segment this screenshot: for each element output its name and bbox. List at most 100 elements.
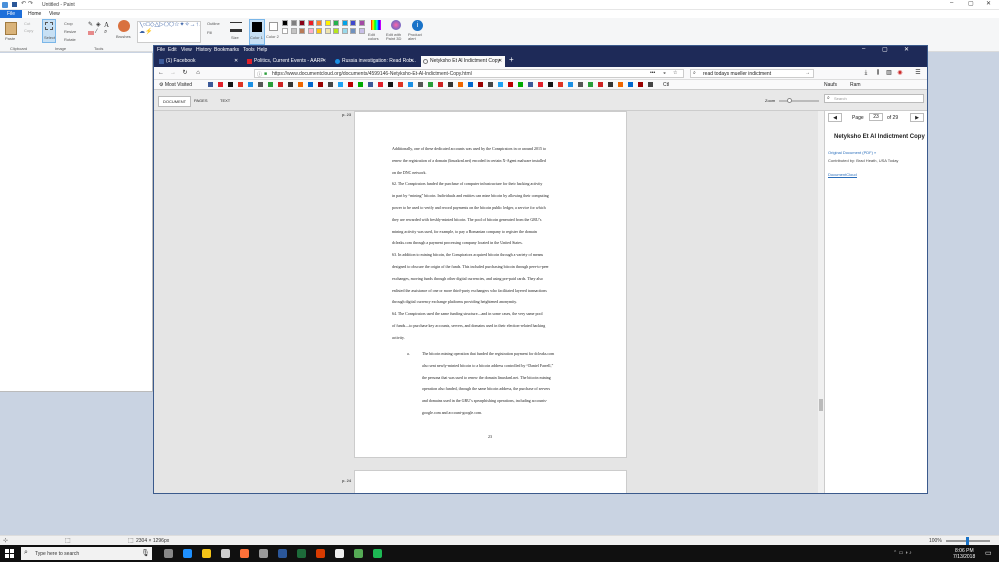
microphone-icon[interactable]: 🎙 (141, 549, 150, 557)
search-go-icon[interactable]: → (805, 70, 810, 76)
bookmark-favicon-icon[interactable] (638, 82, 643, 87)
taskbar-app-icon[interactable] (297, 549, 306, 558)
ff-maximize-icon[interactable]: ▢ (882, 46, 888, 53)
bookmark-ctl[interactable]: Ctl (663, 82, 669, 88)
rotate-button[interactable]: Rotate (64, 37, 76, 42)
bookmark-naufs[interactable]: Naufs (824, 82, 837, 88)
taskbar-app-icon[interactable] (278, 549, 287, 558)
original-document-link[interactable]: Original Document (PDF) » (828, 150, 876, 155)
bookmark-favicon-icon[interactable] (248, 82, 253, 87)
fill-bucket-icon[interactable]: ◈ (96, 21, 101, 28)
bookmark-favicon-icon[interactable] (578, 82, 583, 87)
bookmark-favicon-icon[interactable] (308, 82, 313, 87)
color2-button[interactable]: Color 2 (266, 19, 282, 45)
url-bar[interactable]: ⓘ ■ https://www.documentcloud.org/docume… (254, 69, 684, 78)
palette-swatch[interactable] (350, 20, 356, 26)
outline-dropdown[interactable]: Outline (207, 21, 220, 26)
system-tray-icons[interactable]: ⌃ ▭ ◑ ♪ (893, 550, 912, 556)
paint-zoom-handle[interactable] (966, 537, 969, 545)
quick-save-icon[interactable] (12, 2, 17, 7)
palette-swatch[interactable] (282, 20, 288, 26)
zoom-slider[interactable] (779, 98, 819, 103)
extension-icon[interactable]: ◉ (896, 69, 904, 77)
bookmark-favicon-icon[interactable] (208, 82, 213, 87)
palette-swatch[interactable] (324, 20, 331, 26)
paint-canvas[interactable] (0, 53, 153, 392)
palette-swatch[interactable] (307, 20, 314, 26)
paint-zoom-slider[interactable] (946, 537, 990, 545)
pencil-icon[interactable]: ✎ (88, 21, 93, 28)
next-page-button[interactable]: ▶ (910, 113, 924, 122)
menu-edit[interactable]: Edit (168, 47, 177, 53)
scrollbar-thumb[interactable] (819, 399, 823, 411)
palette-swatch[interactable] (316, 28, 322, 34)
document-search-input[interactable]: ⌕ Search (824, 94, 924, 103)
taskbar-app-icon[interactable] (183, 549, 192, 558)
taskbar-search-box[interactable]: ⌕ Type here to search 🎙 (21, 547, 152, 560)
zoom-slider-handle[interactable] (787, 98, 792, 103)
bookmark-favicon-icon[interactable] (238, 82, 243, 87)
text-tool-icon[interactable]: A (104, 21, 109, 29)
menu-file[interactable]: File (157, 47, 165, 53)
bookmark-favicon-icon[interactable] (348, 82, 353, 87)
bookmark-favicon-icon[interactable] (498, 82, 503, 87)
bookmark-favicon-icon[interactable] (458, 82, 463, 87)
browser-tab-indictment[interactable]: Netyksho Et Al Indictment Copy ✕ (421, 56, 505, 67)
bookmark-favicon-icon[interactable] (598, 82, 603, 87)
palette-swatch[interactable] (316, 20, 322, 26)
bookmark-favicon-icon[interactable] (548, 82, 553, 87)
palette-swatch[interactable] (290, 20, 297, 26)
taskbar-app-icon[interactable] (240, 549, 249, 558)
copy-button[interactable]: Copy (24, 28, 33, 33)
ff-close-icon[interactable]: ✕ (904, 46, 909, 53)
palette-swatch[interactable] (341, 20, 348, 26)
menu-tools[interactable]: Tools (243, 47, 255, 53)
taskbar-app-icon[interactable] (164, 549, 173, 558)
palette-swatch[interactable] (350, 28, 356, 34)
clock-date[interactable]: 7/13/2018 (953, 554, 975, 560)
palette-swatch[interactable] (290, 28, 297, 34)
palette-swatch[interactable] (333, 28, 339, 34)
bookmark-favicon-icon[interactable] (398, 82, 403, 87)
menu-bookmarks[interactable]: Bookmarks (214, 47, 239, 53)
prev-page-button[interactable]: ◀ (828, 113, 842, 122)
bookmark-favicon-icon[interactable] (448, 82, 453, 87)
bookmark-favicon-icon[interactable] (508, 82, 513, 87)
menu-help[interactable]: Help (257, 47, 267, 53)
viewer-tab-document[interactable]: DOCUMENT (158, 96, 192, 107)
palette-swatch[interactable] (299, 28, 305, 34)
notifications-icon[interactable]: ▭ (985, 549, 992, 557)
bookmark-ram[interactable]: Ram (850, 82, 861, 88)
page-actions-icon[interactable]: ••• (650, 70, 655, 76)
maximize-icon[interactable]: ▢ (968, 0, 974, 7)
windows-start-icon[interactable] (5, 549, 14, 558)
taskbar-app-icon[interactable] (335, 549, 344, 558)
back-icon[interactable]: ← (157, 69, 165, 77)
palette-swatch[interactable] (282, 28, 288, 34)
size-button[interactable]: Size (228, 19, 244, 45)
menu-history[interactable]: History (196, 47, 212, 53)
bookmark-favicon-icon[interactable] (328, 82, 333, 87)
bookmark-star-icon[interactable]: ☆ (673, 70, 677, 76)
undo-icon[interactable]: ↶ (21, 0, 26, 7)
bookmark-favicon-icon[interactable] (408, 82, 413, 87)
taskbar-app-icon[interactable] (316, 549, 325, 558)
info-icon[interactable]: ⓘ (257, 71, 262, 78)
close-icon[interactable]: ✕ (986, 0, 991, 7)
bookmark-favicon-icon[interactable] (268, 82, 273, 87)
bookmark-favicon-icon[interactable] (518, 82, 523, 87)
forward-icon[interactable]: → (169, 69, 177, 77)
bookmark-favicon-icon[interactable] (378, 82, 383, 87)
bookmark-favicon-icon[interactable] (278, 82, 283, 87)
bookmark-favicon-icon[interactable] (528, 82, 533, 87)
shapes-gallery[interactable]: ╲○□◇△▷⬠⬡☆✦✧→↑↓←♡☁⚡ (137, 21, 201, 43)
color1-button[interactable]: Color 1 (249, 19, 265, 45)
reload-icon[interactable]: ↻ (181, 69, 189, 77)
bookmark-favicon-icon[interactable] (228, 82, 233, 87)
bookmark-favicon-icon[interactable] (298, 82, 303, 87)
tab-close-icon[interactable]: ✕ (322, 56, 326, 67)
fill-dropdown[interactable]: Fill (207, 30, 212, 35)
palette-swatch[interactable] (358, 28, 365, 34)
page-number-input[interactable]: 23 (869, 113, 883, 121)
paste-icon[interactable] (5, 22, 17, 35)
